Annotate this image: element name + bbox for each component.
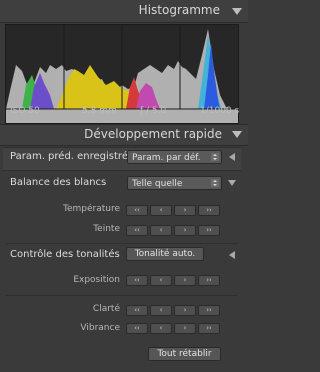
exposure-label: Exposition	[73, 275, 120, 285]
exposure-fast-increase-button[interactable]: ››	[198, 275, 220, 286]
auto-tone-button[interactable]: Tonalité auto.	[126, 247, 204, 261]
tint-fast-increase-button[interactable]: ››	[198, 225, 220, 236]
white-balance-dropdown[interactable]: Telle quelle	[127, 176, 222, 190]
vibrance-increase-button[interactable]: ›	[174, 323, 196, 334]
preset-expand-icon[interactable]	[229, 153, 235, 161]
dropdown-arrows-icon	[211, 179, 219, 187]
exposure-increase-button[interactable]: ›	[174, 275, 196, 286]
tone-control-expand-icon[interactable]	[229, 251, 235, 259]
vibrance-fast-decrease-button[interactable]: ‹‹	[126, 323, 148, 334]
temperature-fast-increase-button[interactable]: ››	[198, 205, 220, 216]
temperature-decrease-button[interactable]: ‹	[150, 205, 172, 216]
histogram-title: Histogramme	[138, 3, 220, 17]
shutter-speed-label: 1/1000 s	[200, 106, 240, 116]
clarity-decrease-button[interactable]: ‹	[150, 305, 172, 316]
tone-control-label: Contrôle des tonalités	[10, 249, 120, 260]
tint-label: Teinte	[93, 224, 120, 234]
clarity-label: Clarté	[92, 304, 120, 314]
reset-all-button[interactable]: Tout rétablir	[148, 347, 221, 361]
aperture-label: ƒ / 5,0	[140, 106, 167, 116]
focal-length-label: 5,8 mm	[82, 106, 117, 116]
clarity-fast-increase-button[interactable]: ››	[198, 305, 220, 316]
clarity-fast-decrease-button[interactable]: ‹‹	[126, 305, 148, 316]
white-balance-expand-icon[interactable]	[228, 180, 236, 186]
temperature-increase-button[interactable]: ›	[174, 205, 196, 216]
tint-buttons: ‹‹ ‹ › ››	[126, 225, 220, 236]
temperature-label: Température	[62, 204, 120, 214]
quick-develop-collapse-icon[interactable]	[232, 131, 242, 138]
iso-label: ISO 50	[10, 106, 40, 116]
exposure-buttons: ‹‹ ‹ › ››	[126, 275, 220, 286]
dropdown-arrows-icon	[211, 153, 219, 161]
preset-label: Param. préd. enregistré	[10, 151, 128, 162]
temperature-buttons: ‹‹ ‹ › ››	[126, 205, 220, 216]
tint-fast-decrease-button[interactable]: ‹‹	[126, 225, 148, 236]
section-divider	[6, 295, 238, 296]
vibrance-decrease-button[interactable]: ‹	[150, 323, 172, 334]
vibrance-fast-increase-button[interactable]: ››	[198, 323, 220, 334]
clarity-buttons: ‹‹ ‹ › ››	[126, 305, 220, 316]
vibrance-label: Vibrance	[80, 323, 120, 333]
exposure-fast-decrease-button[interactable]: ‹‹	[126, 275, 148, 286]
preset-dropdown-value: Param. par déf.	[132, 153, 201, 163]
histogram-collapse-icon[interactable]	[232, 8, 242, 15]
exposure-decrease-button[interactable]: ‹	[150, 275, 172, 286]
temperature-fast-decrease-button[interactable]: ‹‹	[126, 205, 148, 216]
preset-dropdown[interactable]: Param. par déf.	[127, 150, 222, 164]
quick-develop-title: Développement rapide	[84, 127, 222, 141]
section-divider	[6, 243, 238, 244]
clarity-increase-button[interactable]: ›	[174, 305, 196, 316]
white-balance-dropdown-value: Telle quelle	[132, 179, 183, 189]
vibrance-buttons: ‹‹ ‹ › ››	[126, 323, 220, 334]
white-balance-label: Balance des blancs	[10, 177, 107, 188]
tint-increase-button[interactable]: ›	[174, 225, 196, 236]
tint-decrease-button[interactable]: ‹	[150, 225, 172, 236]
